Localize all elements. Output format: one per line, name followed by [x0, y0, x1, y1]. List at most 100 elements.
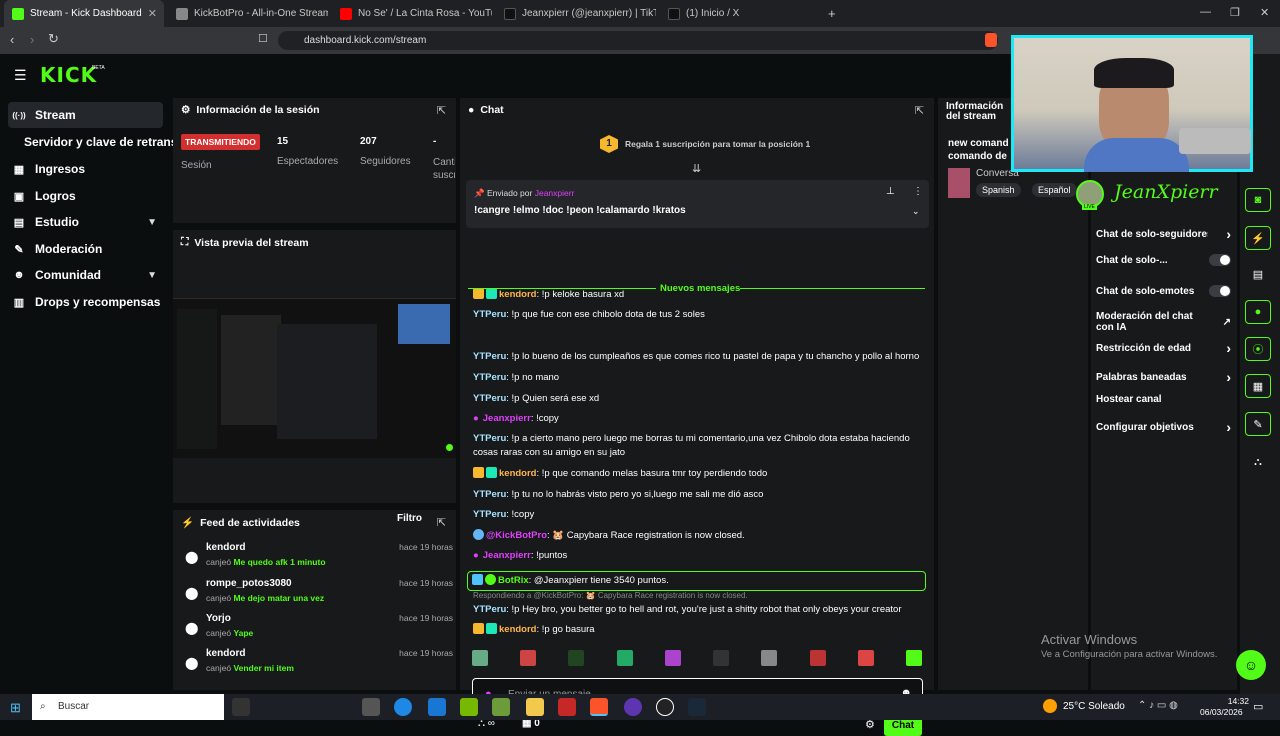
- chat-setting-item[interactable]: Restricción de edad ›: [1096, 340, 1231, 356]
- back-icon[interactable]: ‹: [10, 32, 14, 47]
- emote-icon[interactable]: [520, 650, 537, 666]
- new-tab-icon[interactable]: +: [828, 6, 836, 21]
- emote-icon[interactable]: [809, 650, 826, 666]
- rail-layout-icon[interactable]: ▦: [1245, 374, 1271, 398]
- rail-chat-icon[interactable]: ●: [1245, 300, 1271, 324]
- sidebar-item-stream[interactable]: ((·)) Stream: [8, 102, 163, 128]
- obs-icon[interactable]: [656, 698, 674, 716]
- chat-username[interactable]: YTPeru: [473, 433, 506, 444]
- emote-icon[interactable]: [616, 650, 633, 666]
- store-icon[interactable]: [362, 698, 380, 716]
- chat-username[interactable]: YTPeru: [473, 509, 506, 520]
- emote-icon[interactable]: [857, 650, 874, 666]
- help-bubble-icon[interactable]: ☺: [1236, 650, 1266, 680]
- close-tab-icon[interactable]: ✕: [148, 7, 157, 20]
- app-icon[interactable]: [558, 698, 576, 716]
- forward-icon[interactable]: ›: [30, 32, 34, 47]
- chat-username[interactable]: kendord: [499, 289, 536, 300]
- menu-icon[interactable]: ☰: [14, 67, 27, 84]
- chat-username[interactable]: kendord: [499, 624, 536, 635]
- url-field[interactable]: dashboard.kick.com/stream: [278, 31, 998, 50]
- reload-icon[interactable]: ↻: [48, 31, 59, 47]
- filter-button[interactable]: Filtro: [397, 513, 422, 524]
- steam-icon[interactable]: [688, 698, 706, 716]
- emote-icon[interactable]: [472, 650, 488, 666]
- tab-x[interactable]: (1) Inicio / X: [660, 0, 820, 27]
- chat-username[interactable]: Jeanxpierr: [483, 413, 531, 424]
- mail-icon[interactable]: [428, 698, 446, 716]
- chat-username[interactable]: YTPeru: [473, 309, 506, 320]
- bookmark-icon[interactable]: ☐: [258, 32, 268, 45]
- rail-list-icon[interactable]: ▤: [1245, 262, 1271, 286]
- windows-start-icon[interactable]: ⊞: [10, 700, 21, 716]
- chevron-down-icon[interactable]: ⌄: [912, 206, 920, 217]
- chat-setting-item[interactable]: Moderación del chat con IA ↗: [1096, 311, 1231, 333]
- sidebar-item-ingresos[interactable]: ▦ Ingresos: [8, 156, 163, 182]
- close-window-icon[interactable]: ✕: [1260, 6, 1269, 19]
- collapse-icon[interactable]: ⇊: [692, 162, 701, 175]
- chat-setting-item[interactable]: Chat de solo-seguidores ›: [1096, 226, 1231, 242]
- chat-username[interactable]: @KickBotPro: [486, 530, 547, 541]
- chat-setting-item[interactable]: Palabras baneadas ›: [1096, 369, 1231, 385]
- toggle-switch[interactable]: [1209, 254, 1231, 266]
- chat-setting-item[interactable]: Chat de solo-emotes: [1096, 285, 1231, 297]
- emote-icon[interactable]: [568, 650, 585, 666]
- sidebar-item-server-key[interactable]: Servidor y clave de retransm: [20, 129, 180, 155]
- notification-icon[interactable]: ▭: [1253, 700, 1263, 713]
- category-thumbnail[interactable]: [948, 168, 970, 198]
- tab-kickbotpro[interactable]: KickBotPro - All-in-One Streaming To: [168, 0, 328, 27]
- chat-username[interactable]: kendord: [499, 468, 536, 479]
- sidebar-item-drops[interactable]: ▥ Drops y recompensas: [8, 289, 163, 315]
- edge-icon[interactable]: [394, 698, 412, 716]
- rail-wrench-icon[interactable]: ✎: [1245, 412, 1271, 436]
- discord-icon[interactable]: [624, 698, 642, 716]
- chat-setting-item[interactable]: Hostear canal: [1096, 394, 1231, 405]
- chat-text: : !p no mano: [506, 372, 560, 383]
- rail-camera-icon[interactable]: ◙: [1245, 188, 1271, 212]
- more-icon[interactable]: ⋮: [913, 186, 923, 197]
- expand-icon[interactable]: ⇱: [915, 104, 924, 117]
- nvidia-icon[interactable]: [460, 698, 478, 716]
- toggle-switch[interactable]: [1209, 285, 1231, 297]
- chat-setting-item[interactable]: Configurar objetivos ›: [1096, 419, 1231, 435]
- chat-username[interactable]: YTPeru: [473, 393, 506, 404]
- chat-text: : !p que comando melas basura tmr toy pe…: [536, 468, 768, 479]
- tab-kick-dashboard[interactable]: Stream - Kick Dashboard ✕: [4, 0, 164, 27]
- sidebar-item-logros[interactable]: ▣ Logros: [8, 183, 163, 209]
- unpin-icon[interactable]: ⊥: [886, 186, 895, 197]
- sidebar-item-estudio[interactable]: ▤ Estudio ▼: [8, 209, 163, 235]
- rail-bolt-icon[interactable]: ⚡: [1245, 226, 1271, 250]
- tray-icons[interactable]: ⌃ ♪ ▭ ◍: [1138, 700, 1178, 711]
- folder-icon[interactable]: [526, 698, 544, 716]
- kick-logo[interactable]: KICK: [40, 63, 97, 87]
- chat-username[interactable]: BotRix: [498, 575, 529, 586]
- tab-tiktok[interactable]: Jeanxpierr (@jeanxpierr) | TikTok: [496, 0, 656, 27]
- brave-shield-icon[interactable]: [985, 33, 997, 47]
- chat-username[interactable]: YTPeru: [473, 489, 506, 500]
- chat-username[interactable]: Jeanxpierr: [483, 550, 531, 561]
- emote-icon[interactable]: [713, 650, 730, 666]
- chat-setting-item[interactable]: Chat de solo-...: [1096, 254, 1231, 266]
- expand-icon[interactable]: ⇱: [437, 104, 446, 117]
- sidebar-item-comunidad[interactable]: ☻ Comunidad ▼: [8, 262, 163, 288]
- chat-username[interactable]: YTPeru: [473, 604, 506, 615]
- verified-icon: [485, 574, 496, 585]
- taskbar-search[interactable]: ⌕ Buscar: [32, 694, 224, 720]
- sidebar-item-moderacion[interactable]: ✎ Moderación: [8, 236, 163, 262]
- tab-youtube[interactable]: No Se' / La Cinta Rosa - YouTube: [332, 0, 492, 27]
- rail-points-icon[interactable]: ⛬: [1245, 450, 1271, 474]
- stream-preview-video[interactable]: [173, 298, 456, 458]
- task-view-icon[interactable]: [232, 698, 250, 716]
- rail-broadcast-icon[interactable]: ⦿: [1245, 337, 1271, 361]
- chat-text: : !p go basura: [536, 624, 595, 635]
- maximize-icon[interactable]: ❐: [1230, 6, 1240, 19]
- chat-username[interactable]: YTPeru: [473, 351, 506, 362]
- minimize-icon[interactable]: —: [1200, 6, 1211, 18]
- chat-username[interactable]: YTPeru: [473, 372, 506, 383]
- emote-icon[interactable]: [664, 650, 681, 666]
- emote-icon[interactable]: [761, 650, 778, 666]
- emote-icon[interactable]: [905, 650, 922, 666]
- minecraft-icon[interactable]: [492, 698, 510, 716]
- brave-icon[interactable]: [590, 698, 608, 716]
- expand-icon[interactable]: ⇱: [437, 516, 446, 529]
